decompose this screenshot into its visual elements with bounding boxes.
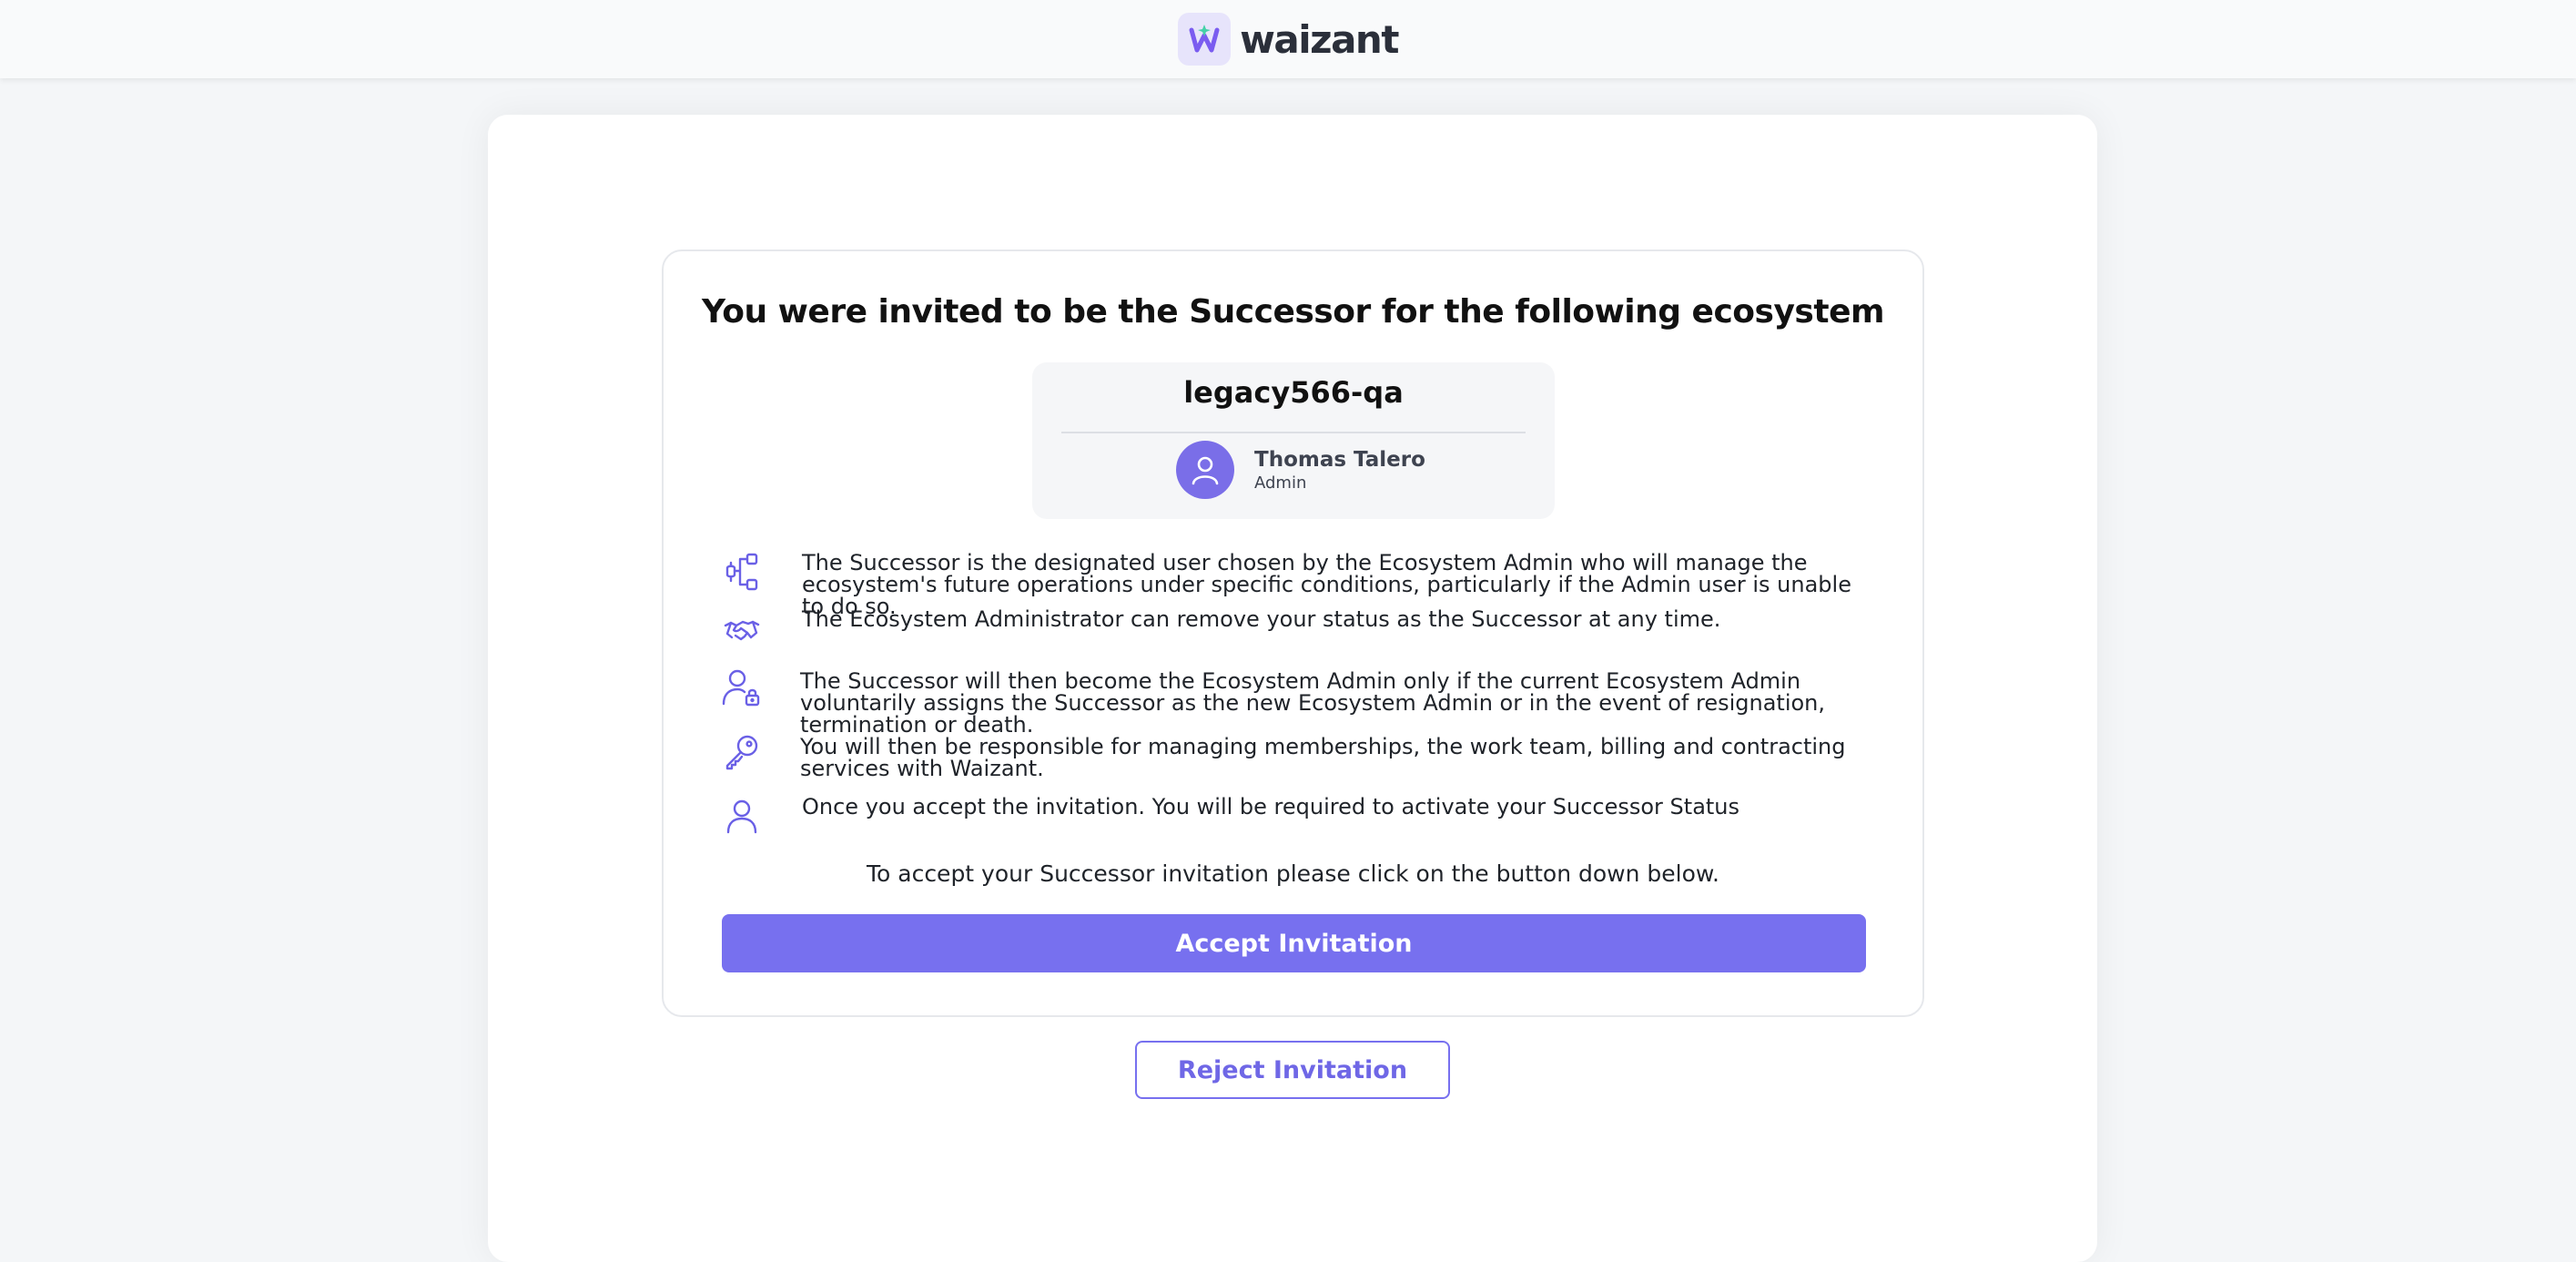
user-lock-icon xyxy=(720,667,764,710)
list-item: You will then be responsible for managin… xyxy=(720,730,1846,779)
info-text: The Ecosystem Administrator can remove y… xyxy=(802,606,1721,632)
list-item: The Ecosystem Administrator can remove y… xyxy=(720,608,1720,652)
owner-role: Admin xyxy=(1254,473,1307,493)
reject-invitation-button[interactable]: Reject Invitation xyxy=(1135,1041,1450,1099)
invitation-card: You were invited to be the Successor for… xyxy=(662,249,1924,1017)
owner-name: Thomas Talero xyxy=(1254,447,1425,472)
key-icon xyxy=(720,730,764,774)
info-text: Once you accept the invitation. You will… xyxy=(802,794,1740,819)
accept-invitation-button[interactable]: Accept Invitation xyxy=(722,914,1866,972)
user-icon xyxy=(720,794,764,838)
top-bar: waizant xyxy=(0,0,2576,78)
list-item: Once you accept the invitation. You will… xyxy=(720,794,1739,838)
info-text: You will then be responsible for managin… xyxy=(800,734,1846,781)
waizant-logo-icon xyxy=(1178,13,1232,66)
hierarchy-icon xyxy=(720,550,764,594)
user-avatar-icon xyxy=(1176,441,1234,499)
ecosystem-owner: Thomas Talero Admin xyxy=(1176,441,1425,499)
accept-instructions: To accept your Successor invitation plea… xyxy=(866,860,1719,887)
list-item: The Successor is the designated user cho… xyxy=(720,550,1851,617)
brand-logo[interactable]: waizant xyxy=(1178,13,1399,66)
ecosystem-name: legacy566-qa xyxy=(1183,375,1404,410)
info-text: The Successor will then become the Ecosy… xyxy=(800,668,1826,738)
handshake-icon xyxy=(720,608,764,652)
ecosystem-summary: legacy566-qa Thomas Talero Admin xyxy=(1032,362,1555,519)
divider xyxy=(1061,432,1526,433)
invitation-title: You were invited to be the Successor for… xyxy=(702,293,1885,331)
list-item: The Successor will then become the Ecosy… xyxy=(720,667,1825,736)
brand-name: waizant xyxy=(1240,16,1399,62)
